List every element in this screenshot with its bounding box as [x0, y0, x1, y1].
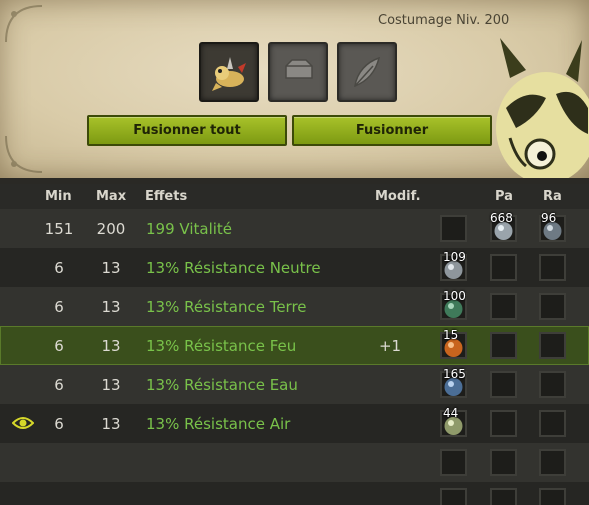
table-row[interactable]: 6 13 13% Résistance Feu +1 15 [0, 326, 589, 365]
rune-slot-box[interactable]: 109 [440, 250, 467, 281]
rune-slot-box[interactable] [440, 488, 467, 505]
creature-rune-icon [212, 57, 246, 91]
rune-ra-slot[interactable] [539, 254, 566, 281]
rune-pa-slot[interactable] [490, 449, 517, 476]
min-value: 151 [44, 220, 74, 238]
table-header: Min Max Effets Modif. Pa Ra [0, 184, 589, 208]
rune-slot-box[interactable]: 100 [440, 289, 467, 320]
stone-icon [285, 59, 313, 79]
rune-ra-slot[interactable] [539, 488, 566, 505]
table-row[interactable]: 6 13 13% Résistance Terre 100 [0, 287, 589, 326]
table-row[interactable]: 6 13 13% Résistance Neutre 109 [0, 248, 589, 287]
column-modif: Modif. [375, 189, 421, 204]
rune-count: 109 [443, 250, 466, 264]
feather-icon [354, 56, 381, 88]
rune-slot-box[interactable] [440, 449, 467, 476]
rune-ra-slot[interactable]: 96 [539, 211, 566, 242]
costume-level-label: Costumage Niv. 200 [378, 13, 510, 28]
rune-slot-item[interactable] [199, 42, 259, 102]
rune-ra-slot[interactable] [539, 449, 566, 476]
rune-slot-box[interactable]: 15 [440, 328, 467, 359]
effect-label: 13% Résistance Terre [146, 298, 307, 316]
rune-count: 15 [443, 328, 459, 342]
ornament-icon [5, 135, 43, 173]
effects-table: Min Max Effets Modif. Pa Ra 151 200 199 … [0, 184, 589, 505]
fuse-button[interactable]: Fusionner [292, 115, 492, 146]
effect-label: 13% Résistance Eau [146, 376, 298, 394]
effect-label: 199 Vitalité [146, 220, 233, 238]
rune-pa-slot[interactable]: 668 [490, 211, 517, 242]
rune-ra-slot[interactable] [539, 410, 566, 437]
column-pa: Pa [495, 189, 513, 204]
rune-pa-slot[interactable] [490, 332, 517, 359]
table-row[interactable]: 6 13 13% Résistance Eau 165 [0, 365, 589, 404]
rune-slot-box[interactable] [440, 215, 467, 242]
empty-row [0, 443, 589, 482]
rune-ra-slot[interactable] [539, 371, 566, 398]
rune-count: 44 [443, 406, 459, 420]
min-value: 6 [54, 376, 64, 394]
eye-icon[interactable] [12, 415, 34, 431]
max-value: 200 [96, 220, 126, 238]
max-value: 13 [101, 259, 121, 277]
ornament-icon [5, 5, 43, 43]
empty-row [0, 482, 589, 505]
rune-pa-slot[interactable] [490, 488, 517, 505]
min-value: 6 [54, 259, 64, 277]
effect-label: 13% Résistance Feu [146, 337, 297, 355]
rune-pa-slot[interactable] [490, 293, 517, 320]
rune-count: 668 [490, 211, 513, 225]
column-effects: Effets [145, 189, 188, 204]
column-max: Max [96, 189, 127, 204]
rune-pa-slot[interactable] [490, 371, 517, 398]
rune-slot-stone[interactable] [268, 42, 328, 102]
rune-count: 100 [443, 289, 466, 303]
fuse-all-button[interactable]: Fusionner tout [87, 115, 287, 146]
rune-slot-box[interactable]: 165 [440, 367, 467, 398]
forge-header: Costumage Niv. 200 Fusionner tout Fusion… [0, 0, 589, 178]
max-value: 13 [101, 337, 121, 355]
effect-label: 13% Résistance Neutre [146, 259, 321, 277]
column-ra: Ra [543, 189, 562, 204]
rune-slot-box[interactable]: 44 [440, 406, 467, 437]
table-row[interactable]: 6 13 13% Résistance Air 44 [0, 404, 589, 443]
mascot-creature-icon [496, 38, 589, 178]
rune-count: 165 [443, 367, 466, 381]
rune-pa-slot[interactable] [490, 254, 517, 281]
max-value: 13 [101, 298, 121, 316]
rune-pa-slot[interactable] [490, 410, 517, 437]
max-value: 13 [101, 376, 121, 394]
column-min: Min [45, 189, 72, 204]
table-row[interactable]: 151 200 199 Vitalité 668 96 [0, 209, 589, 248]
effect-label: 13% Résistance Air [146, 415, 291, 433]
rune-count: 96 [541, 211, 557, 225]
rune-ra-slot[interactable] [539, 293, 566, 320]
modif-value: +1 [378, 337, 402, 355]
rune-ra-slot[interactable] [539, 332, 566, 359]
max-value: 13 [101, 415, 121, 433]
min-value: 6 [54, 415, 64, 433]
min-value: 6 [54, 298, 64, 316]
min-value: 6 [54, 337, 64, 355]
rune-slot-feather[interactable] [337, 42, 397, 102]
